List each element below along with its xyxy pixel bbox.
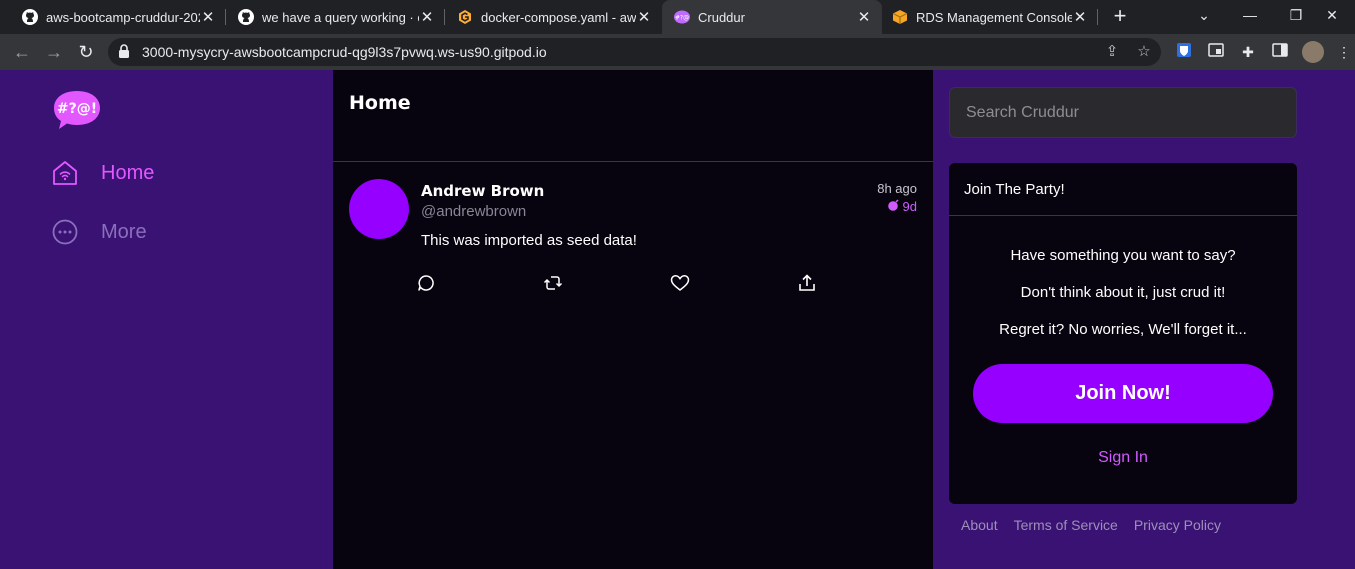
forward-icon[interactable]: → xyxy=(42,40,66,64)
share-icon[interactable]: ⇪ xyxy=(1102,42,1122,62)
github-icon xyxy=(238,9,254,25)
reload-icon[interactable]: ↻ xyxy=(74,40,98,64)
footer-links: About Terms of Service Privacy Policy xyxy=(961,517,1221,533)
minimize-icon[interactable]: — xyxy=(1227,0,1273,30)
display-name[interactable]: Andrew Brown xyxy=(421,182,544,200)
reply-icon[interactable] xyxy=(416,273,436,293)
browser-menu-icon[interactable]: ⋮ xyxy=(1334,42,1354,62)
browser-tab[interactable]: RDS Management Console ✕ xyxy=(882,0,1098,34)
profile-avatar[interactable] xyxy=(1302,41,1324,63)
nav-item-more[interactable]: More xyxy=(52,219,147,245)
more-icon xyxy=(52,219,78,245)
gitpod-icon xyxy=(457,9,473,25)
repost-icon[interactable] xyxy=(543,273,563,293)
page-title: Home xyxy=(349,92,411,114)
side-panel-icon[interactable] xyxy=(1270,42,1290,62)
expires-text: 9d xyxy=(902,199,917,214)
share-icon[interactable] xyxy=(797,273,817,293)
svg-text:#?@: #?@ xyxy=(675,15,689,22)
nav-label: More xyxy=(101,220,147,243)
tab-close-icon[interactable]: ✕ xyxy=(200,8,216,26)
user-handle[interactable]: @andrewbrown xyxy=(421,203,526,220)
tab-search-icon[interactable]: ⌄ xyxy=(1181,0,1227,30)
extensions-puzzle-icon[interactable]: ✚ xyxy=(1238,42,1258,62)
join-party-panel: Join The Party! Have something you want … xyxy=(949,163,1297,504)
picture-in-picture-icon[interactable] xyxy=(1206,42,1226,62)
join-title: Join The Party! xyxy=(949,163,1297,216)
join-line: Don't think about it, just crud it! xyxy=(1020,284,1226,301)
tab-close-icon[interactable]: ✕ xyxy=(856,8,872,26)
tab-title: Cruddur xyxy=(698,9,745,25)
cruddur-app: #?@! Home More Home Andrew Brown @andrew… xyxy=(0,70,1355,569)
avatar[interactable] xyxy=(349,179,409,239)
feed-header: Home xyxy=(333,70,933,162)
tab-close-icon[interactable]: ✕ xyxy=(419,8,435,26)
new-tab-button[interactable]: + xyxy=(1108,4,1132,28)
lock-icon xyxy=(116,43,132,61)
url-text: 3000-mysycry-awsbootcampcrud-qg9l3s7pvwq… xyxy=(142,44,547,60)
address-bar[interactable]: 3000-mysycry-awsbootcampcrud-qg9l3s7pvwq… xyxy=(108,38,1161,66)
tab-title: aws-bootcamp-cruddur-2023 xyxy=(46,9,200,25)
right-sidebar: Join The Party! Have something you want … xyxy=(933,70,1355,569)
bitwarden-extension-icon[interactable] xyxy=(1174,42,1194,62)
footer-link-terms[interactable]: Terms of Service xyxy=(1014,517,1118,533)
footer-link-about[interactable]: About xyxy=(961,517,998,533)
tab-close-icon[interactable]: ✕ xyxy=(636,8,652,26)
like-heart-icon[interactable] xyxy=(670,273,690,293)
sign-in-link[interactable]: Sign In xyxy=(949,449,1297,467)
bookmark-star-icon[interactable]: ☆ xyxy=(1134,42,1154,62)
tab-title: RDS Management Console xyxy=(916,9,1072,25)
close-window-icon[interactable]: ✕ xyxy=(1309,0,1355,30)
browser-toolbar: ← → ↻ 3000-mysycry-awsbootcampcrud-qg9l3… xyxy=(0,34,1355,70)
nav-item-home[interactable]: Home xyxy=(52,160,154,186)
left-sidebar: #?@! Home More xyxy=(0,70,333,569)
logo-text: #?@! xyxy=(57,101,97,117)
nav-label: Home xyxy=(101,161,155,184)
browser-tab-strip: aws-bootcamp-cruddur-2023 ✕ we have a qu… xyxy=(0,0,1355,34)
tab-close-icon[interactable]: ✕ xyxy=(1072,8,1088,26)
cruddur-logo[interactable]: #?@! xyxy=(53,88,101,132)
browser-tab-active[interactable]: #?@ Cruddur ✕ xyxy=(662,0,882,34)
footer-link-privacy[interactable]: Privacy Policy xyxy=(1134,517,1221,533)
activity-message: This was imported as seed data! xyxy=(421,232,637,249)
feed-panel: Home Andrew Brown @andrewbrown 8h ago 9d… xyxy=(333,70,933,569)
join-now-button[interactable]: Join Now! xyxy=(973,364,1273,423)
search-input[interactable] xyxy=(949,87,1297,138)
join-line: Have something you want to say? xyxy=(1010,247,1236,264)
tab-title: we have a query working · or xyxy=(262,9,419,25)
github-icon xyxy=(22,9,38,25)
expires-badge: 9d xyxy=(887,199,917,214)
cruddur-icon: #?@ xyxy=(674,9,690,25)
activity-item[interactable]: Andrew Brown @andrewbrown 8h ago 9d This… xyxy=(333,162,933,312)
join-line: Regret it? No worries, We'll forget it..… xyxy=(999,321,1247,338)
back-icon[interactable]: ← xyxy=(10,40,34,64)
aws-cube-icon xyxy=(892,9,908,25)
bomb-icon xyxy=(887,199,900,214)
browser-tab[interactable]: docker-compose.yaml - aws- ✕ xyxy=(445,0,662,34)
browser-tab[interactable]: aws-bootcamp-cruddur-2023 ✕ xyxy=(0,0,226,34)
browser-tab[interactable]: we have a query working · or ✕ xyxy=(226,0,445,34)
tab-title: docker-compose.yaml - aws- xyxy=(481,9,636,25)
time-ago: 8h ago xyxy=(877,181,917,196)
home-icon xyxy=(52,160,78,186)
